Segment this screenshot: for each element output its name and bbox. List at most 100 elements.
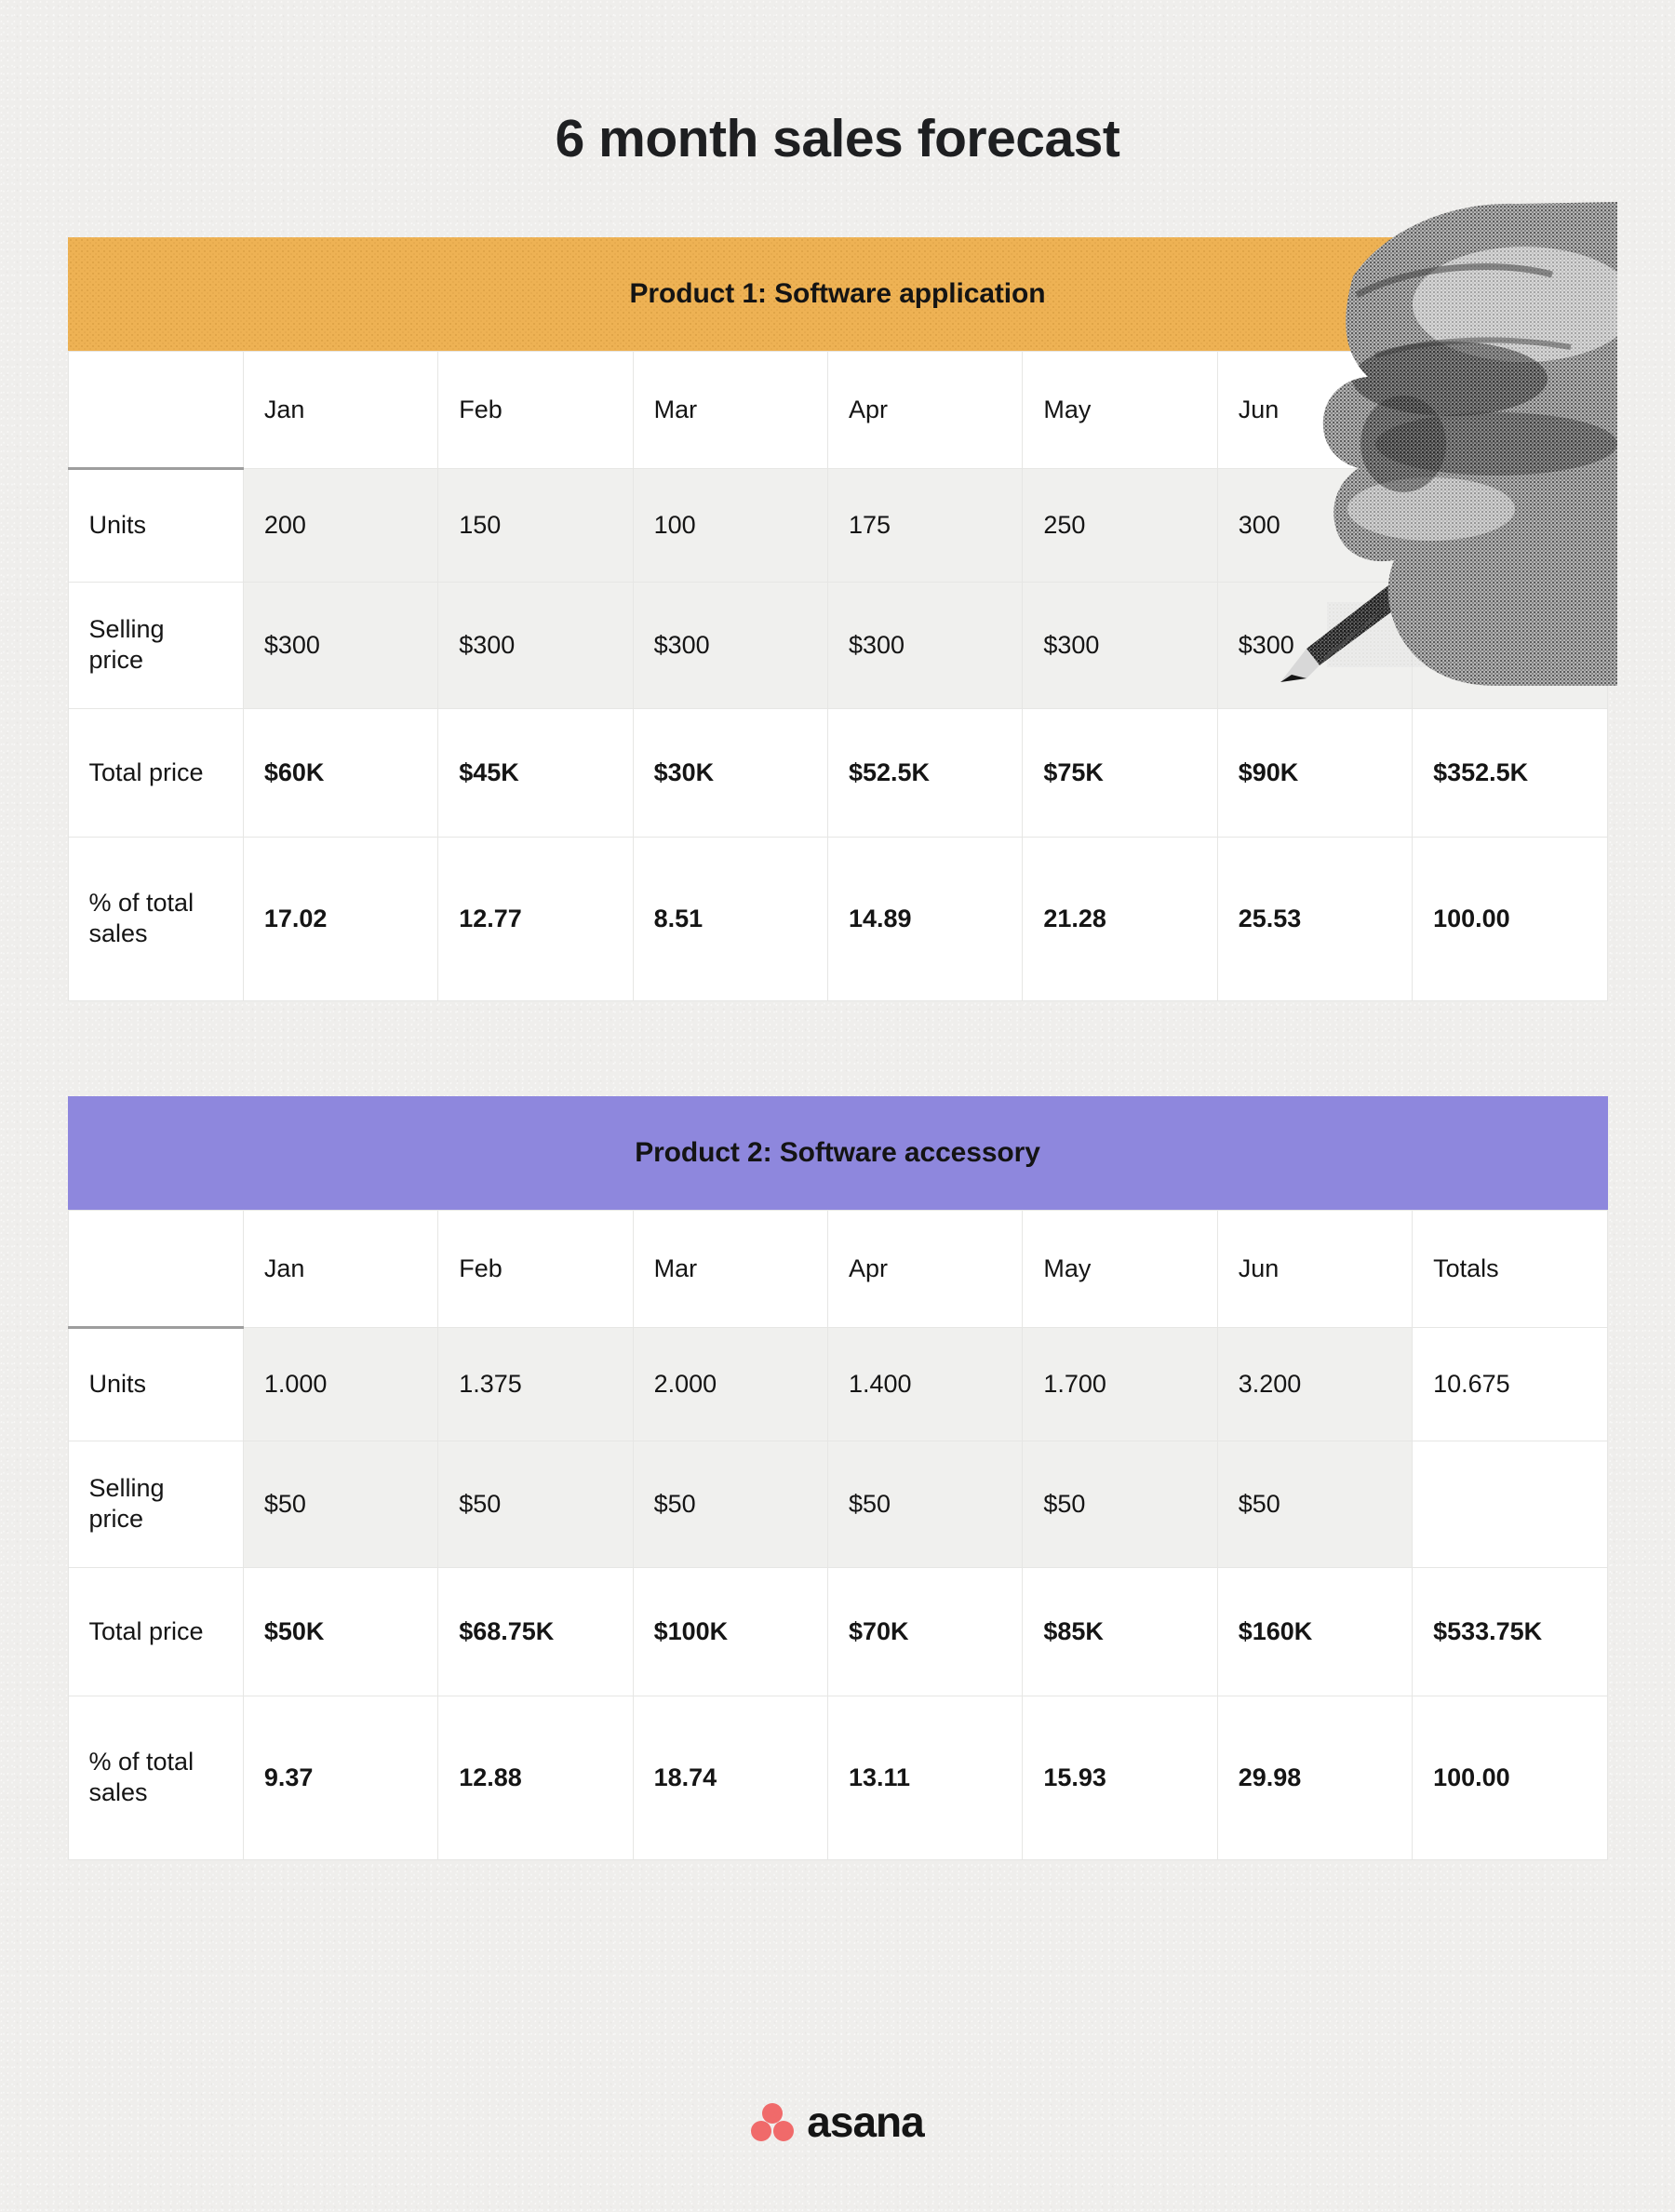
- cell-units-feb: 1.375: [438, 1327, 633, 1441]
- table-header-row: Jan Feb Mar Apr May Jun: [68, 351, 1607, 468]
- table-row: Units 1.000 1.375 2.000 1.400 1.700 3.20…: [68, 1327, 1607, 1441]
- column-header-feb: Feb: [438, 1210, 633, 1327]
- column-header-totals: [1413, 351, 1607, 468]
- product-1-title: Product 1: Software application: [630, 278, 1046, 310]
- table-row: % of total sales 17.02 12.77 8.51 14.89 …: [68, 837, 1607, 1000]
- column-header-blank: [68, 1210, 243, 1327]
- product-2-table-block: Product 2: Software accessory Jan Feb Ma…: [68, 1096, 1608, 1860]
- cell-pct-totals: 100.00: [1413, 837, 1607, 1000]
- product-1-table-block: Product 1: Software application Jan Feb …: [68, 237, 1608, 1001]
- column-header-jan: Jan: [243, 351, 437, 468]
- column-header-feb: Feb: [438, 351, 633, 468]
- cell-selling-price-jun: $300: [1217, 582, 1412, 708]
- cell-pct-feb: 12.88: [438, 1696, 633, 1859]
- cell-units-mar: 100: [633, 468, 827, 582]
- cell-selling-price-apr: $300: [827, 582, 1022, 708]
- cell-selling-price-totals: [1413, 582, 1607, 708]
- cell-pct-apr: 14.89: [827, 837, 1022, 1000]
- cell-total-price-may: $75K: [1023, 708, 1217, 837]
- asana-logo: asana: [0, 2100, 1675, 2143]
- cell-total-price-feb: $68.75K: [438, 1567, 633, 1696]
- cell-pct-jun: 29.98: [1217, 1696, 1412, 1859]
- cell-selling-price-jun: $50: [1217, 1441, 1412, 1567]
- cell-units-jan: 1.000: [243, 1327, 437, 1441]
- cell-pct-totals: 100.00: [1413, 1696, 1607, 1859]
- row-label-units: Units: [68, 468, 243, 582]
- cell-total-price-totals: $352.5K: [1413, 708, 1607, 837]
- table-row: % of total sales 9.37 12.88 18.74 13.11 …: [68, 1696, 1607, 1859]
- cell-total-price-mar: $30K: [633, 708, 827, 837]
- cell-selling-price-apr: $50: [827, 1441, 1022, 1567]
- row-label-pct-total-sales: % of total sales: [68, 837, 243, 1000]
- row-label-total-price: Total price: [68, 1567, 243, 1696]
- asana-wordmark: asana: [807, 2100, 923, 2143]
- cell-total-price-mar: $100K: [633, 1567, 827, 1696]
- table-row: Selling price $50 $50 $50 $50 $50 $50: [68, 1441, 1607, 1567]
- cell-selling-price-mar: $300: [633, 582, 827, 708]
- column-header-jan: Jan: [243, 1210, 437, 1327]
- column-header-jun: Jun: [1217, 351, 1412, 468]
- product-1-table: Jan Feb Mar Apr May Jun Units 200 150 1: [68, 351, 1608, 1001]
- column-header-jun: Jun: [1217, 1210, 1412, 1327]
- cell-pct-jan: 17.02: [243, 837, 437, 1000]
- cell-pct-may: 15.93: [1023, 1696, 1217, 1859]
- cell-units-apr: 1.400: [827, 1327, 1022, 1441]
- cell-units-mar: 2.000: [633, 1327, 827, 1441]
- product-2-title: Product 2: Software accessory: [635, 1137, 1040, 1169]
- cell-total-price-jan: $60K: [243, 708, 437, 837]
- cell-total-price-apr: $52.5K: [827, 708, 1022, 837]
- cell-selling-price-jan: $50: [243, 1441, 437, 1567]
- cell-total-price-totals: $533.75K: [1413, 1567, 1607, 1696]
- cell-selling-price-mar: $50: [633, 1441, 827, 1567]
- column-header-blank: [68, 351, 243, 468]
- cell-selling-price-totals: [1413, 1441, 1607, 1567]
- column-header-mar: Mar: [633, 1210, 827, 1327]
- cell-pct-feb: 12.77: [438, 837, 633, 1000]
- cell-units-totals: [1413, 468, 1607, 582]
- cell-selling-price-feb: $300: [438, 582, 633, 708]
- cell-pct-apr: 13.11: [827, 1696, 1022, 1859]
- cell-units-may: 250: [1023, 468, 1217, 582]
- cell-units-may: 1.700: [1023, 1327, 1217, 1441]
- cell-units-jun: 3.200: [1217, 1327, 1412, 1441]
- tables-container: Product 1: Software application Jan Feb …: [68, 237, 1608, 1860]
- cell-units-jun: 300: [1217, 468, 1412, 582]
- product-2-table: Jan Feb Mar Apr May Jun Totals Units 1.0…: [68, 1210, 1608, 1860]
- column-header-apr: Apr: [827, 1210, 1022, 1327]
- column-header-mar: Mar: [633, 351, 827, 468]
- page-title: 6 month sales forecast: [0, 0, 1675, 168]
- cell-total-price-jan: $50K: [243, 1567, 437, 1696]
- cell-total-price-jun: $160K: [1217, 1567, 1412, 1696]
- product-1-band: Product 1: Software application: [68, 237, 1608, 351]
- cell-total-price-feb: $45K: [438, 708, 633, 837]
- table-row: Total price $50K $68.75K $100K $70K $85K…: [68, 1567, 1607, 1696]
- column-header-totals: Totals: [1413, 1210, 1607, 1327]
- cell-units-totals: 10.675: [1413, 1327, 1607, 1441]
- table-row: Total price $60K $45K $30K $52.5K $75K $…: [68, 708, 1607, 837]
- table-row: Selling price $300 $300 $300 $300 $300 $…: [68, 582, 1607, 708]
- row-label-total-price: Total price: [68, 708, 243, 837]
- row-label-selling-price: Selling price: [68, 1441, 243, 1567]
- cell-pct-jan: 9.37: [243, 1696, 437, 1859]
- row-label-pct-total-sales: % of total sales: [68, 1696, 243, 1859]
- row-label-selling-price: Selling price: [68, 582, 243, 708]
- cell-pct-mar: 18.74: [633, 1696, 827, 1859]
- cell-total-price-apr: $70K: [827, 1567, 1022, 1696]
- cell-units-feb: 150: [438, 468, 633, 582]
- column-header-may: May: [1023, 1210, 1217, 1327]
- table-row: Units 200 150 100 175 250 300: [68, 468, 1607, 582]
- table-header-row: Jan Feb Mar Apr May Jun Totals: [68, 1210, 1607, 1327]
- cell-selling-price-feb: $50: [438, 1441, 633, 1567]
- cell-units-apr: 175: [827, 468, 1022, 582]
- cell-pct-jun: 25.53: [1217, 837, 1412, 1000]
- cell-total-price-may: $85K: [1023, 1567, 1217, 1696]
- cell-pct-may: 21.28: [1023, 837, 1217, 1000]
- cell-selling-price-jan: $300: [243, 582, 437, 708]
- asana-dots-icon: [751, 2102, 794, 2141]
- column-header-may: May: [1023, 351, 1217, 468]
- cell-selling-price-may: $300: [1023, 582, 1217, 708]
- cell-pct-mar: 8.51: [633, 837, 827, 1000]
- product-2-band: Product 2: Software accessory: [68, 1096, 1608, 1210]
- cell-units-jan: 200: [243, 468, 437, 582]
- cell-selling-price-may: $50: [1023, 1441, 1217, 1567]
